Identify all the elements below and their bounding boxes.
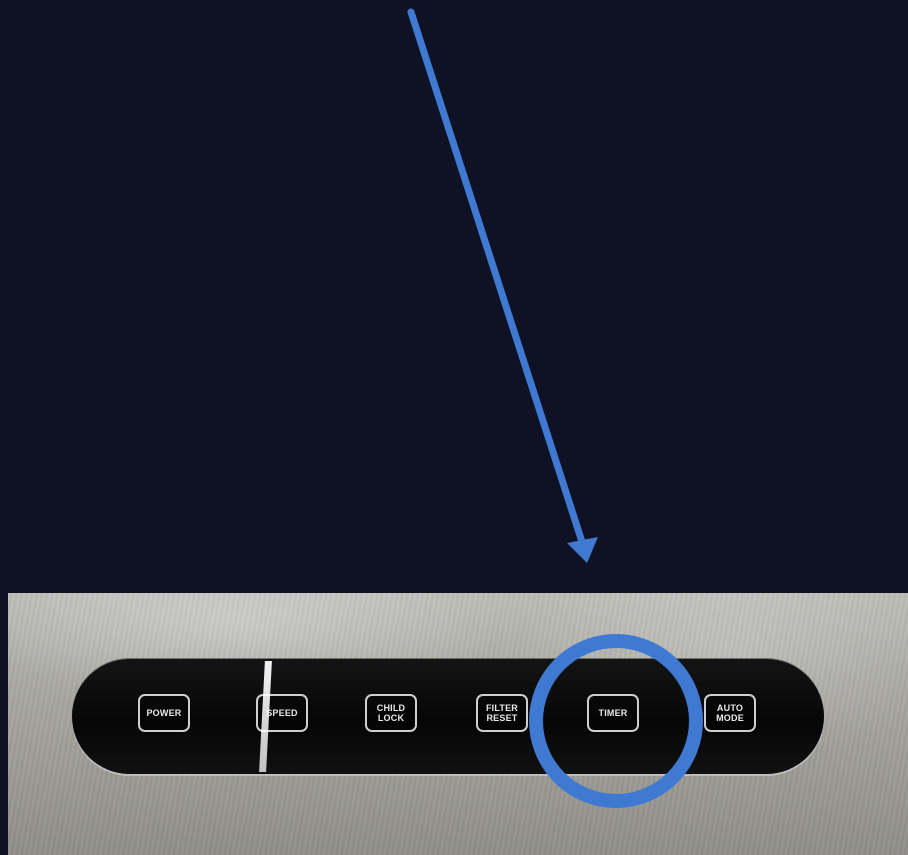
speed-button-label: SPEED bbox=[266, 708, 298, 718]
control-panel-photo: POWER SPEED CHILD LOCK FILTER RESET TIME… bbox=[8, 593, 908, 855]
touch-control-panel: POWER SPEED CHILD LOCK FILTER RESET TIME… bbox=[72, 659, 824, 774]
timer-button-label: TIMER bbox=[598, 708, 628, 718]
filter-reset-button[interactable]: FILTER RESET bbox=[476, 694, 528, 732]
power-button[interactable]: POWER bbox=[138, 694, 190, 732]
pointer-arrow-head-icon bbox=[567, 537, 598, 563]
child-lock-button[interactable]: CHILD LOCK bbox=[365, 694, 417, 732]
pointer-arrow-line bbox=[407, 8, 588, 552]
auto-mode-button-label: AUTO MODE bbox=[716, 703, 744, 723]
stage: POWER SPEED CHILD LOCK FILTER RESET TIME… bbox=[0, 0, 908, 855]
timer-button[interactable]: TIMER bbox=[587, 694, 639, 732]
filter-reset-button-label: FILTER RESET bbox=[485, 703, 519, 723]
power-button-label: POWER bbox=[146, 708, 182, 718]
auto-mode-button[interactable]: AUTO MODE bbox=[704, 694, 756, 732]
child-lock-button-label: CHILD LOCK bbox=[376, 703, 406, 723]
